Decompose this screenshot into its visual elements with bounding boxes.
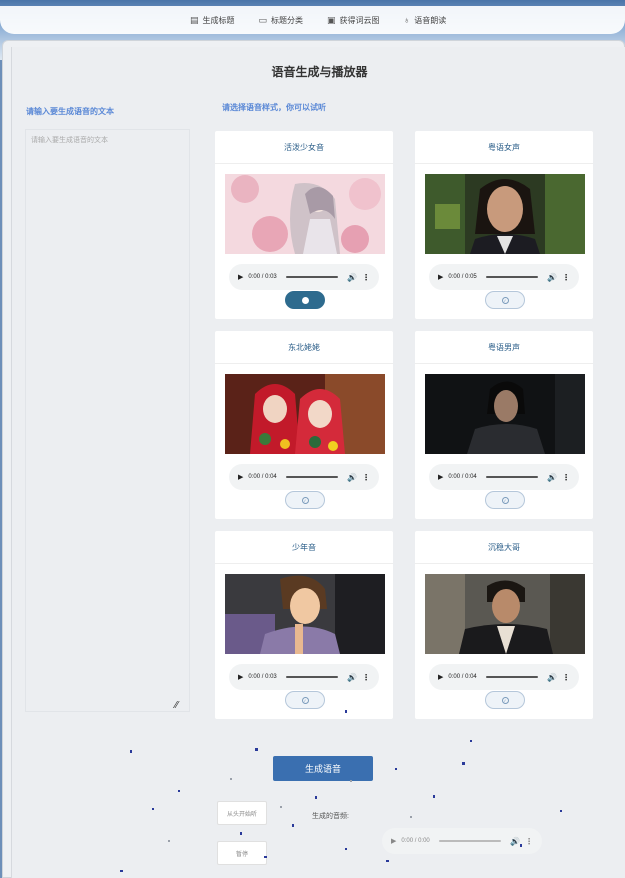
audio-progress-track[interactable] — [485, 676, 539, 678]
select-voice-button[interactable]: ✓ — [285, 691, 325, 709]
voice-card-youth: 少年音 ▶ 0:00 / 0:03 🔊 ⋮ ✓ — [215, 531, 393, 719]
nav-item-label: 生成标题 — [202, 15, 235, 25]
voice-card-steady-brother: 沉稳大哥 ▶ 0:00 / 0:04 🔊 ⋮ ✓ — [415, 531, 593, 719]
generated-audio-player[interactable]: ▶ 0:00 / 0:00 🔊 ⋮ — [382, 828, 542, 854]
nav-item-voice-read[interactable]: ♁ 语音朗读 — [404, 15, 447, 26]
folder-icon: ▭ — [258, 14, 268, 25]
voice-card-title: 活泼少女音 — [215, 131, 393, 164]
voice-card-title: 沉稳大哥 — [415, 531, 593, 564]
more-options-icon[interactable]: ⋮ — [562, 473, 570, 482]
play-icon[interactable]: ▶ — [391, 837, 396, 845]
voice-image-man-jacket — [425, 574, 585, 654]
volume-icon[interactable]: 🔊 — [347, 273, 357, 282]
volume-icon[interactable]: 🔊 — [547, 473, 557, 482]
volume-icon[interactable]: 🔊 — [347, 673, 357, 682]
nav-item-word-cloud[interactable]: ▣ 获得词云图 — [327, 15, 380, 26]
content-area: 语音生成与播放器 请输入要生成语音的文本 ⁄⁄ 请选择语音样式，你可以试听 活泼… — [11, 47, 625, 878]
voice-style-label: 请选择语音样式，你可以试听 — [222, 103, 326, 112]
audio-player[interactable]: ▶ 0:00 / 0:03 🔊 ⋮ — [229, 664, 379, 690]
select-voice-button[interactable]: ✓ — [485, 691, 525, 709]
audio-player[interactable]: ▶ 0:00 / 0:05 🔊 ⋮ — [429, 264, 579, 290]
audio-progress-track[interactable] — [285, 676, 339, 678]
check-circle-icon: ✓ — [501, 296, 509, 304]
nav-item-generate-title[interactable]: ▤ 生成标题 — [190, 15, 235, 26]
volume-icon[interactable]: 🔊 — [347, 473, 357, 482]
play-icon[interactable]: ▶ — [238, 673, 243, 681]
document-icon: ▤ — [190, 14, 199, 25]
audio-time: 0:00 / 0:04 — [248, 474, 277, 480]
nav-item-label: 获得词云图 — [339, 15, 380, 25]
radio-dot-icon — [301, 296, 309, 304]
voice-card-cantonese-female: 粤语女声 ▶ 0:00 / 0:05 🔊 ⋮ ✓ — [415, 131, 593, 319]
play-icon[interactable]: ▶ — [438, 273, 443, 281]
audio-time: 0:00 / 0:00 — [401, 838, 430, 844]
select-voice-button[interactable]: ✓ — [485, 491, 525, 509]
play-icon[interactable]: ▶ — [238, 273, 243, 281]
voice-card-title: 东北姥姥 — [215, 331, 393, 364]
nav-item-label: 语音朗读 — [414, 15, 447, 25]
voice-card-lively-girl: 活泼少女音 ▶ 0:00 / 0:03 🔊 ⋮ — [215, 131, 393, 319]
audio-player[interactable]: ▶ 0:00 / 0:03 🔊 ⋮ — [229, 264, 379, 290]
text-input[interactable] — [25, 129, 190, 712]
top-navbar: ▤ 生成标题 ▭ 标题分类 ▣ 获得词云图 ♁ 语音朗读 — [0, 6, 625, 34]
audio-time: 0:00 / 0:04 — [448, 474, 477, 480]
audio-player[interactable]: ▶ 0:00 / 0:04 🔊 ⋮ — [429, 664, 579, 690]
image-icon: ▣ — [327, 14, 336, 25]
select-voice-button[interactable]: ✓ — [485, 291, 525, 309]
play-icon[interactable]: ▶ — [438, 473, 443, 481]
voice-card-cantonese-male: 粤语男声 ▶ 0:00 / 0:04 🔊 ⋮ ✓ — [415, 331, 593, 519]
voice-image-woman — [425, 174, 585, 254]
audio-progress-track[interactable] — [285, 276, 339, 278]
voice-card-title: 少年音 — [215, 531, 393, 564]
more-options-icon[interactable]: ⋮ — [525, 837, 533, 846]
audio-time: 0:00 / 0:03 — [248, 274, 277, 280]
select-voice-button[interactable]: ✓ — [285, 491, 325, 509]
play-icon[interactable]: ▶ — [238, 473, 243, 481]
check-circle-icon: ✓ — [501, 696, 509, 704]
voice-image-man-dark — [425, 374, 585, 454]
page-title: 语音生成与播放器 — [271, 65, 368, 79]
restart-button[interactable]: 从头开始听 — [217, 801, 267, 825]
audio-time: 0:00 / 0:04 — [448, 674, 477, 680]
pause-button[interactable]: 暂停 — [217, 841, 267, 865]
nav-item-label: 标题分类 — [271, 15, 304, 25]
generate-voice-button[interactable]: 生成语音 — [273, 756, 373, 781]
main-panel: 语音生成与播放器 请输入要生成语音的文本 ⁄⁄ 请选择语音样式，你可以试听 活泼… — [2, 40, 625, 878]
check-circle-icon: ✓ — [301, 696, 309, 704]
audio-time: 0:00 / 0:05 — [448, 274, 477, 280]
more-options-icon[interactable]: ⋮ — [362, 273, 370, 282]
voice-image-anime-boy — [225, 574, 385, 654]
resize-handle-icon[interactable]: ⁄⁄ — [175, 701, 185, 711]
audio-progress-track[interactable] — [485, 276, 539, 278]
voice-image-anime-girl — [225, 174, 385, 254]
more-options-icon[interactable]: ⋮ — [562, 273, 570, 282]
nav-item-title-classify[interactable]: ▭ 标题分类 — [259, 15, 304, 26]
play-icon[interactable]: ▶ — [438, 673, 443, 681]
voice-card-title: 粤语男声 — [415, 331, 593, 364]
voice-card-title: 粤语女声 — [415, 131, 593, 164]
microphone-icon: ♁ — [403, 15, 411, 25]
audio-progress-track[interactable] — [285, 476, 339, 478]
audio-time: 0:00 / 0:03 — [248, 674, 277, 680]
volume-icon[interactable]: 🔊 — [510, 837, 520, 846]
check-circle-icon: ✓ — [501, 496, 509, 504]
voice-card-northeast-granny: 东北姥姥 ▶ 0:00 / 0:04 🔊 ⋮ ✓ — [215, 331, 393, 519]
more-options-icon[interactable]: ⋮ — [362, 473, 370, 482]
voice-image-two-girls — [225, 374, 385, 454]
select-voice-button[interactable] — [285, 291, 325, 309]
audio-progress-track[interactable] — [438, 840, 502, 842]
volume-icon[interactable]: 🔊 — [547, 273, 557, 282]
more-options-icon[interactable]: ⋮ — [362, 673, 370, 682]
audio-player[interactable]: ▶ 0:00 / 0:04 🔊 ⋮ — [229, 464, 379, 490]
generated-audio-label: 生成的音频: — [312, 813, 349, 820]
more-options-icon[interactable]: ⋮ — [562, 673, 570, 682]
volume-icon[interactable]: 🔊 — [547, 673, 557, 682]
audio-player[interactable]: ▶ 0:00 / 0:04 🔊 ⋮ — [429, 464, 579, 490]
audio-progress-track[interactable] — [485, 476, 539, 478]
check-circle-icon: ✓ — [301, 496, 309, 504]
text-input-label: 请输入要生成语音的文本 — [26, 107, 114, 116]
